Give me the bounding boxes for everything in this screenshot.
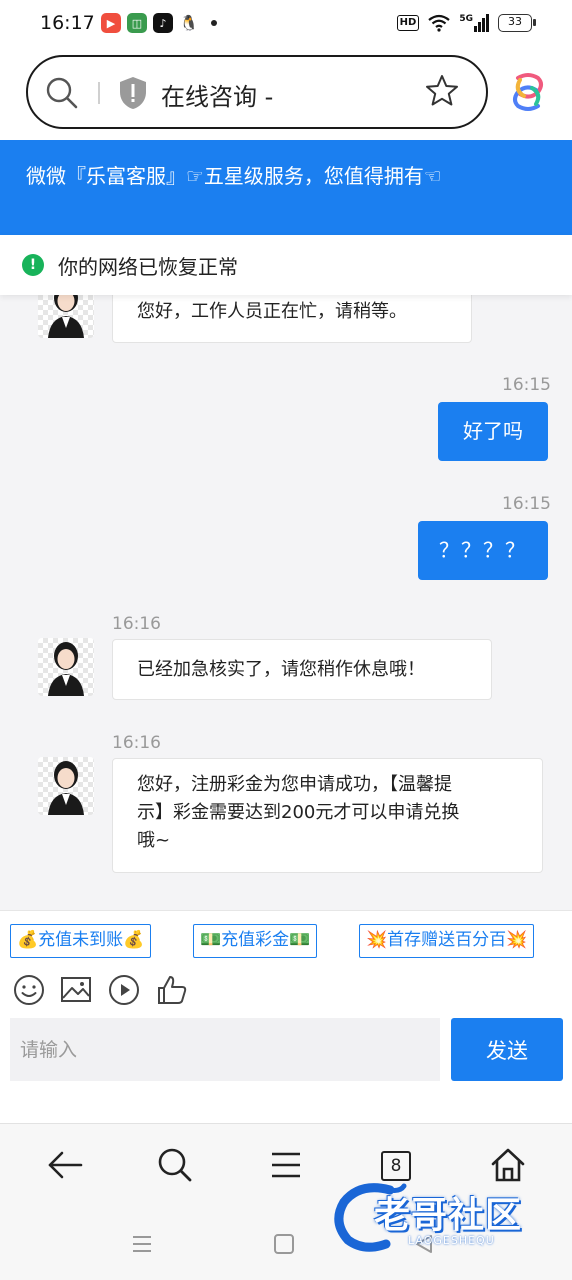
video-play-icon[interactable]	[107, 973, 141, 1007]
back-icon[interactable]	[46, 1146, 84, 1184]
signal-5g-icon: 5G	[459, 14, 489, 32]
status-time: 16:17	[40, 12, 95, 34]
message-bubble-agent: 已经加急核实了，请您稍作休息哦！	[112, 639, 492, 700]
quick-replies: 💰充值未到账💰 💵充值彩金💵 💥首存赠送百分百💥	[0, 910, 572, 970]
message-line: 哦~	[137, 830, 171, 851]
message-bubble-user: ？？？？	[418, 521, 548, 580]
message-time: 16:16	[112, 614, 161, 634]
message-line: 您好，注册彩金为您申请成功，【温馨提	[137, 774, 452, 795]
search-icon[interactable]	[156, 1146, 194, 1184]
chat-toolbar	[0, 970, 572, 1015]
status-bar: 16:17 ▶ ◫ ♪ 🐧 HD 5G 33	[0, 0, 572, 50]
message-bubble-user: 好了吗	[438, 402, 548, 461]
hd-icon: HD	[396, 15, 420, 31]
network-type: 5G	[459, 14, 473, 24]
quick-reply-recharge-missing[interactable]: 💰充值未到账💰	[10, 924, 152, 958]
bank-app-icon: ◫	[127, 13, 147, 33]
chat-header-banner: 微微『乐富客服』☞五星级服务，您值得拥有☜	[0, 140, 572, 235]
message-line: 示】彩金需要达到200元才可以申请兑换	[137, 802, 460, 823]
divider	[98, 82, 100, 104]
more-notifications-dot	[211, 20, 217, 26]
message-time: 16:15	[502, 494, 551, 514]
notification-icons: ▶ ◫ ♪ 🐧	[101, 13, 217, 33]
menu-icon[interactable]	[267, 1146, 305, 1184]
watermark-subtext: LAOGESHEQU	[408, 1234, 495, 1247]
home-icon[interactable]	[489, 1146, 527, 1184]
image-icon[interactable]	[59, 973, 93, 1007]
send-button[interactable]: 发送	[451, 1018, 563, 1081]
message-time: 16:16	[112, 733, 161, 753]
message-bubble-agent: 您好，工作人员正在忙，请稍等。	[112, 295, 472, 343]
qq-icon: 🐧	[179, 13, 199, 33]
quick-reply-first-deposit[interactable]: 💥首存赠送百分百💥	[359, 924, 535, 958]
status-indicators: HD 5G 33	[396, 14, 536, 32]
message-bubble-agent: 您好，注册彩金为您申请成功，【温馨提 示】彩金需要达到200元才可以申请兑换 哦…	[112, 758, 543, 873]
emoji-icon[interactable]	[12, 973, 46, 1007]
watermark-text: 老哥社区	[374, 1195, 523, 1236]
tiktok-icon: ♪	[153, 13, 173, 33]
chat-messages[interactable]: 您好，工作人员正在忙，请稍等。 16:15 好了吗 16:15 ？？？？ 16:…	[0, 295, 572, 910]
agent-avatar	[38, 757, 94, 815]
url-field[interactable]: 在线咨询 -	[26, 55, 488, 129]
browser-logo-icon[interactable]	[510, 72, 546, 112]
info-icon: !	[22, 254, 44, 276]
thumbs-up-icon[interactable]	[155, 973, 189, 1007]
browser-address-bar: 在线咨询 -	[0, 50, 572, 140]
search-icon[interactable]	[44, 75, 80, 111]
message-composer: 发送	[0, 1015, 572, 1123]
page-title: 在线咨询 -	[161, 83, 274, 111]
network-notice-text: 你的网络已恢复正常	[58, 255, 238, 279]
quick-reply-recharge-bonus[interactable]: 💵充值彩金💵	[193, 924, 318, 958]
agent-avatar	[38, 295, 94, 338]
agent-avatar	[38, 638, 94, 696]
shield-icon[interactable]	[118, 75, 148, 111]
home-button-icon[interactable]	[273, 1233, 295, 1255]
tabs-button[interactable]: 8	[381, 1151, 411, 1181]
wifi-icon	[428, 14, 451, 32]
recent-apps-icon[interactable]	[131, 1233, 153, 1255]
video-app-icon: ▶	[101, 13, 121, 33]
banner-title: 微微『乐富客服』☞五星级服务，您值得拥有☜	[26, 164, 442, 188]
battery-icon: 33	[498, 14, 536, 32]
star-icon[interactable]	[424, 73, 460, 109]
message-input[interactable]	[10, 1018, 440, 1081]
message-time: 16:15	[502, 375, 551, 395]
network-notice: ! 你的网络已恢复正常	[0, 235, 572, 295]
watermark-logo: 老哥社区 LAOGESHEQU	[330, 1182, 570, 1254]
